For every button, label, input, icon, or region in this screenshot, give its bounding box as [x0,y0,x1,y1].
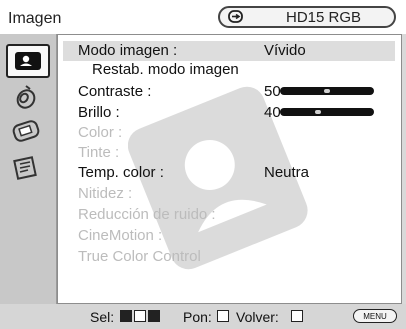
back-hint: Volver: [236,309,303,325]
header: Imagen HD15 RGB [0,0,406,34]
menu-button[interactable]: MENU [353,309,397,323]
footer-hints: Sel: Pon: Volver: MENU [0,304,406,329]
menu-item-contraste[interactable]: Contraste : 50 [58,82,398,102]
tab-sound[interactable] [6,82,50,116]
sound-icon [16,85,36,109]
menu-item-value: Neutra [264,164,310,181]
select-button-icon [120,310,132,322]
input-source-label: HD15 RGB [286,9,362,26]
select-up-down-icon [148,310,160,322]
contraste-slider-knob[interactable] [324,89,330,93]
navigate-button-icon [134,310,146,322]
setup-icon [13,156,37,180]
input-source-indicator: HD15 RGB [218,6,396,28]
brillo-slider-knob[interactable] [315,110,321,114]
settings-panel: Modo imagen : Vívido Restab. modo imagen… [57,34,402,304]
menu-item-label: Temp. color : [78,164,164,181]
set-button-icon [217,310,229,322]
tab-picture[interactable] [6,44,50,78]
contraste-slider[interactable] [280,87,374,95]
menu-item-label: Reducción de ruido : [78,206,216,223]
screen-icon [12,120,40,142]
menu-item-label: CineMotion : [78,227,163,244]
menu-item-label: Nitidez : [78,185,133,202]
input-source-icon [228,10,243,23]
menu-item-label: Tinte : [78,144,120,161]
picture-icon [15,52,41,70]
tab-screen[interactable] [6,116,50,150]
menu-item-label: Restab. modo imagen [92,61,239,78]
brillo-slider[interactable] [280,108,374,116]
menu-item-label: True Color Control [78,248,201,265]
menu-item-modo-imagen[interactable]: Modo imagen : Vívido [63,41,395,61]
menu-item-label: Modo imagen : [78,42,178,59]
set-hint: Pon: [183,309,229,325]
menu-item-value: 40 [264,104,281,121]
sidebar [0,34,57,304]
page-title: Imagen [8,10,62,27]
back-hint-label: Volver: [236,309,279,325]
menu-item-label: Brillo : [78,104,120,121]
menu-item-label: Contraste : [78,83,152,100]
menu-item-label: Color : [78,124,123,141]
select-hint: Sel: [90,309,160,325]
menu-item-brillo[interactable]: Brillo : 40 [58,103,398,123]
select-hint-label: Sel: [90,309,115,325]
tab-setup[interactable] [6,153,50,187]
back-button-icon [291,310,303,322]
set-hint-label: Pon: [183,309,212,325]
menu-item-value: Vívido [264,42,306,59]
menu-item-value: 50 [264,83,281,100]
